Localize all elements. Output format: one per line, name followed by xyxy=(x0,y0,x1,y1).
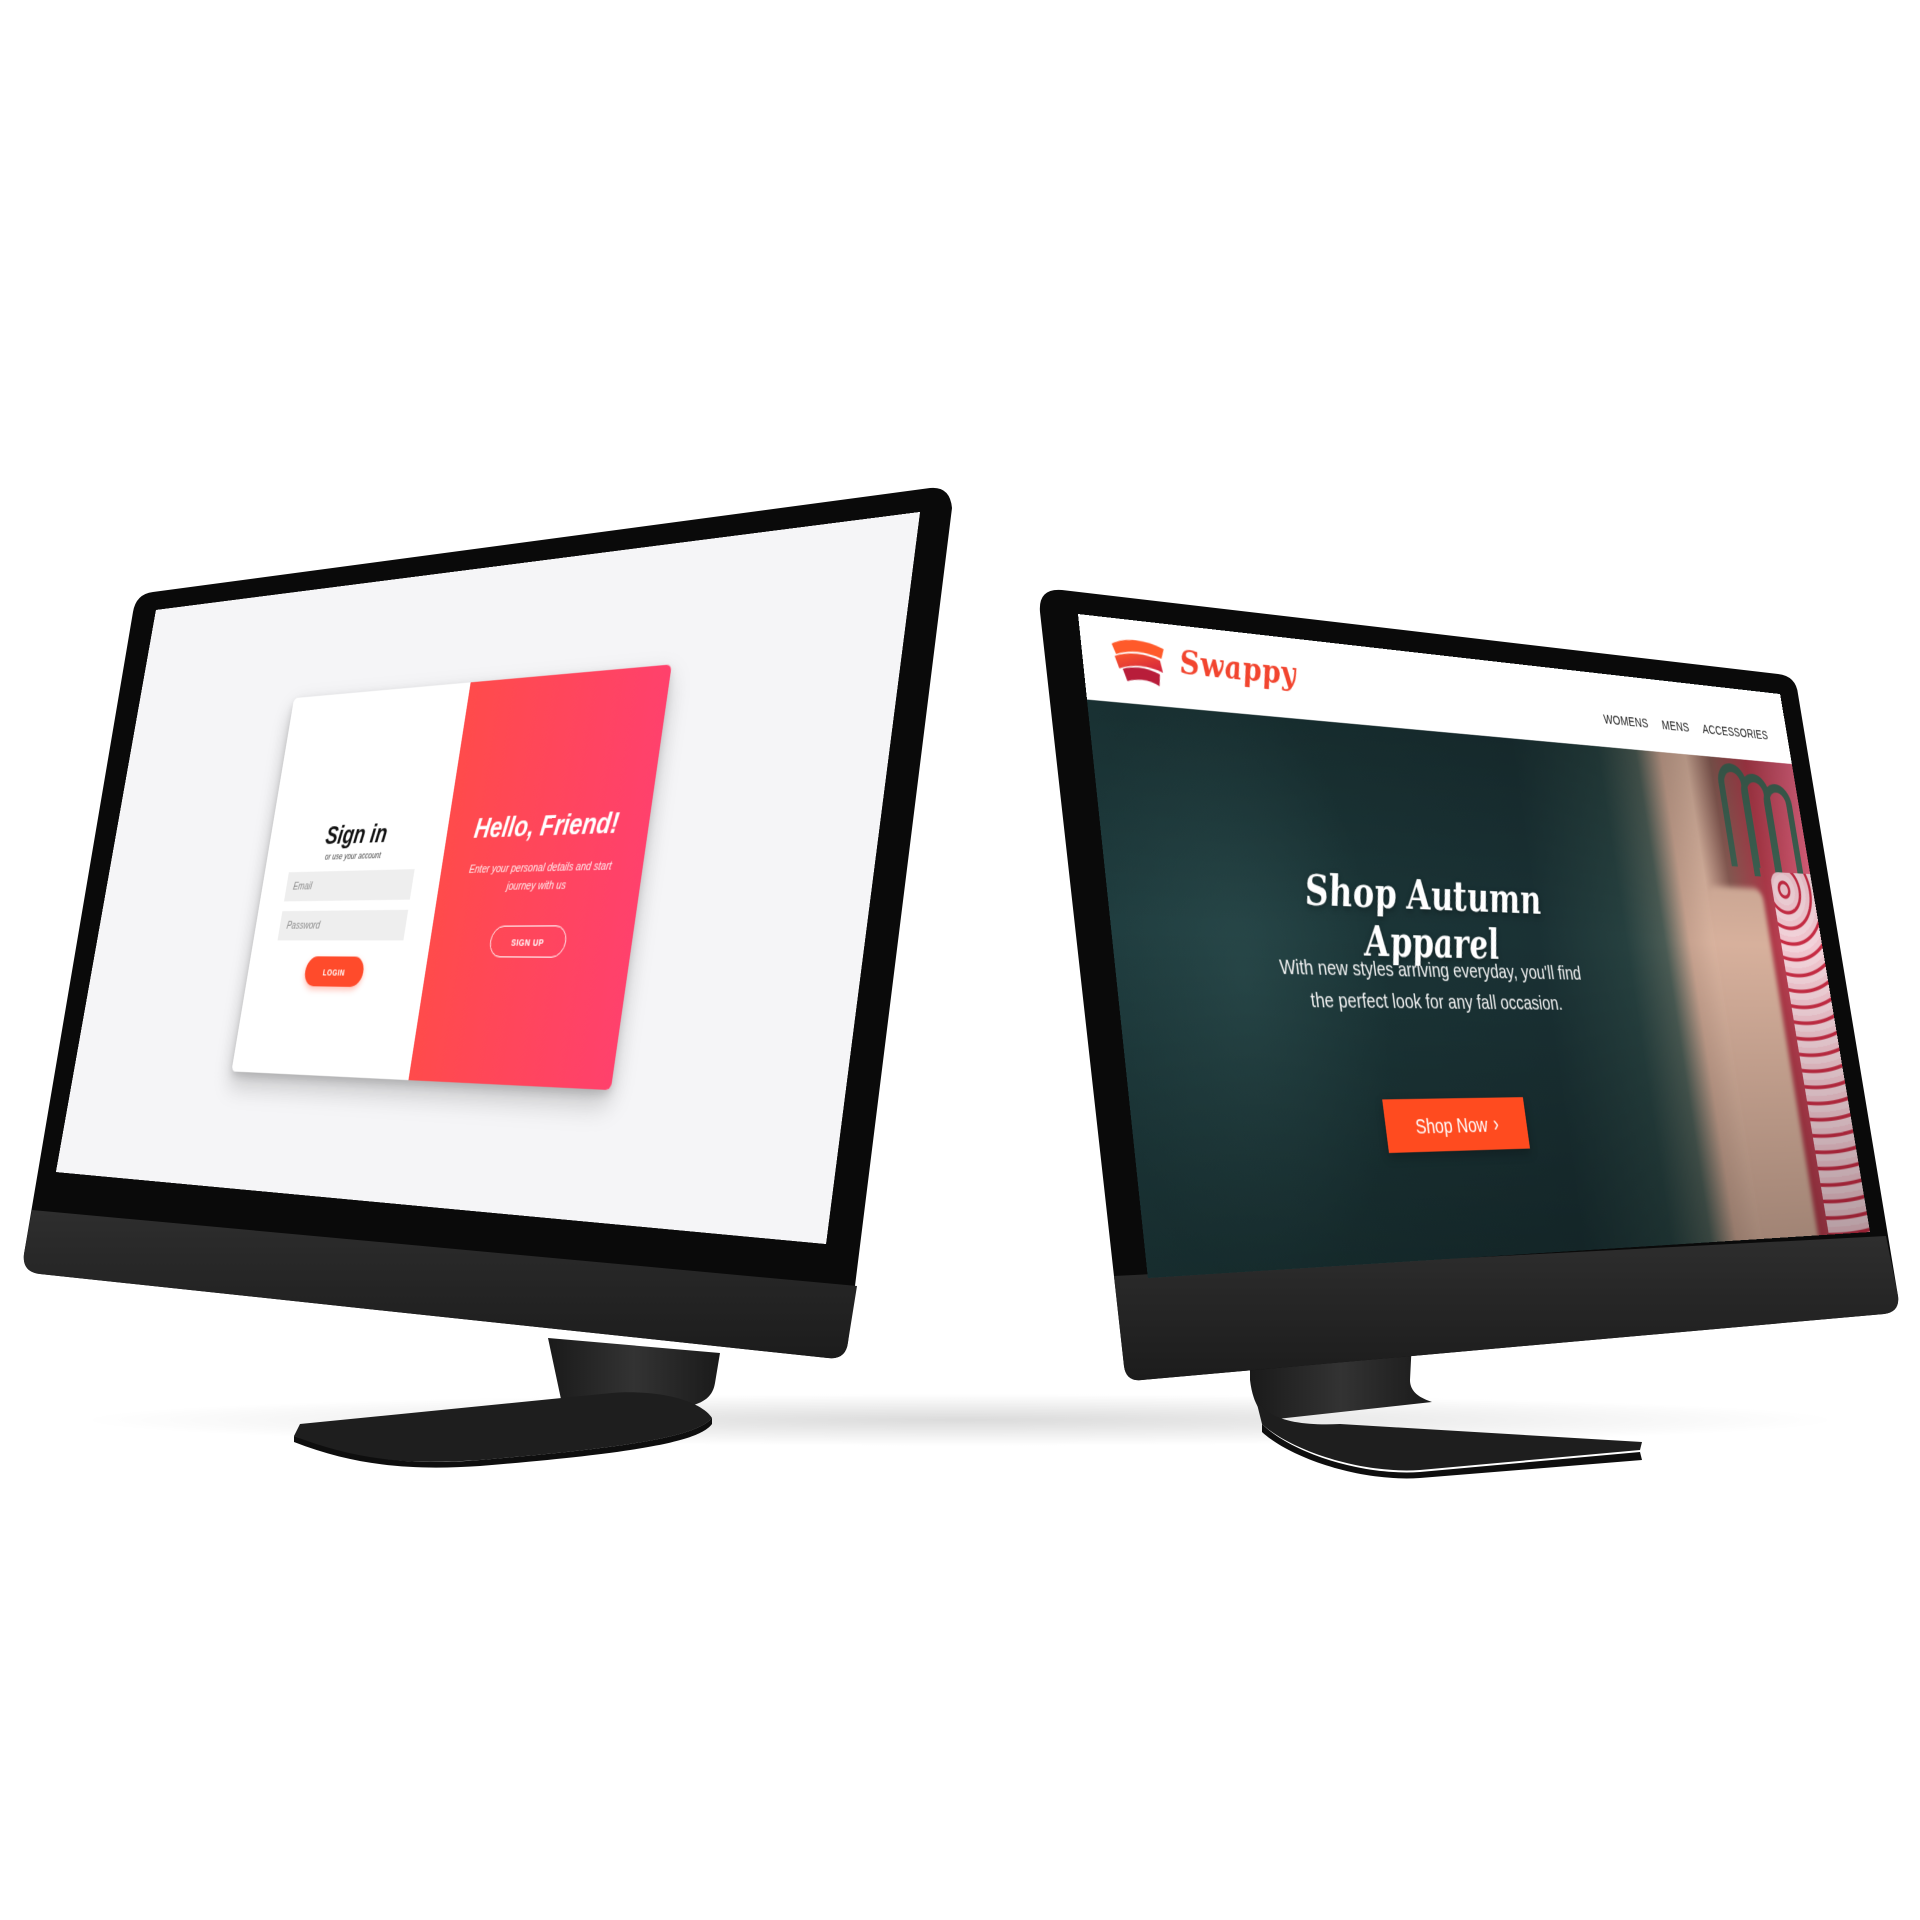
email-field[interactable] xyxy=(284,869,415,902)
login-card: Sign in or use your account LOGIN Hello,… xyxy=(231,664,672,1091)
welcome-title: Hello, Friend! xyxy=(472,805,622,845)
signup-button[interactable]: SIGN UP xyxy=(487,925,569,958)
nav-item-womens[interactable]: WOMENS xyxy=(1602,712,1649,731)
login-button[interactable]: LOGIN xyxy=(302,956,366,988)
brand-name[interactable]: Swappy xyxy=(1178,643,1299,694)
nav-item-accessories[interactable]: ACCESSORIES xyxy=(1701,722,1769,743)
chevron-right-icon: › xyxy=(1491,1111,1501,1137)
shop-now-label: Shop Now xyxy=(1414,1113,1490,1139)
hero-text: With new styles arriving everyday, you'l… xyxy=(1278,955,1583,1015)
left-screen: Sign in or use your account LOGIN Hello,… xyxy=(55,511,920,1244)
stadia-style-logo-icon[interactable] xyxy=(1107,633,1172,691)
nav-menu: WOMENS MENS ACCESSORIES xyxy=(1602,712,1769,743)
right-screen: Swappy WOMENS MENS ACCESSORIES Shop Autu… xyxy=(1078,614,1871,1278)
mockup-stage: Sign in or use your account LOGIN Hello,… xyxy=(0,0,1920,1920)
hero-banner: Shop Autumn Apparel With new styles arri… xyxy=(1087,699,1871,1278)
shop-now-button[interactable]: Shop Now › xyxy=(1382,1097,1531,1154)
signin-title: Sign in xyxy=(323,818,390,850)
password-field[interactable] xyxy=(277,909,409,941)
nav-item-mens[interactable]: MENS xyxy=(1661,718,1690,735)
welcome-text: Enter your personal details and start jo… xyxy=(468,859,613,893)
